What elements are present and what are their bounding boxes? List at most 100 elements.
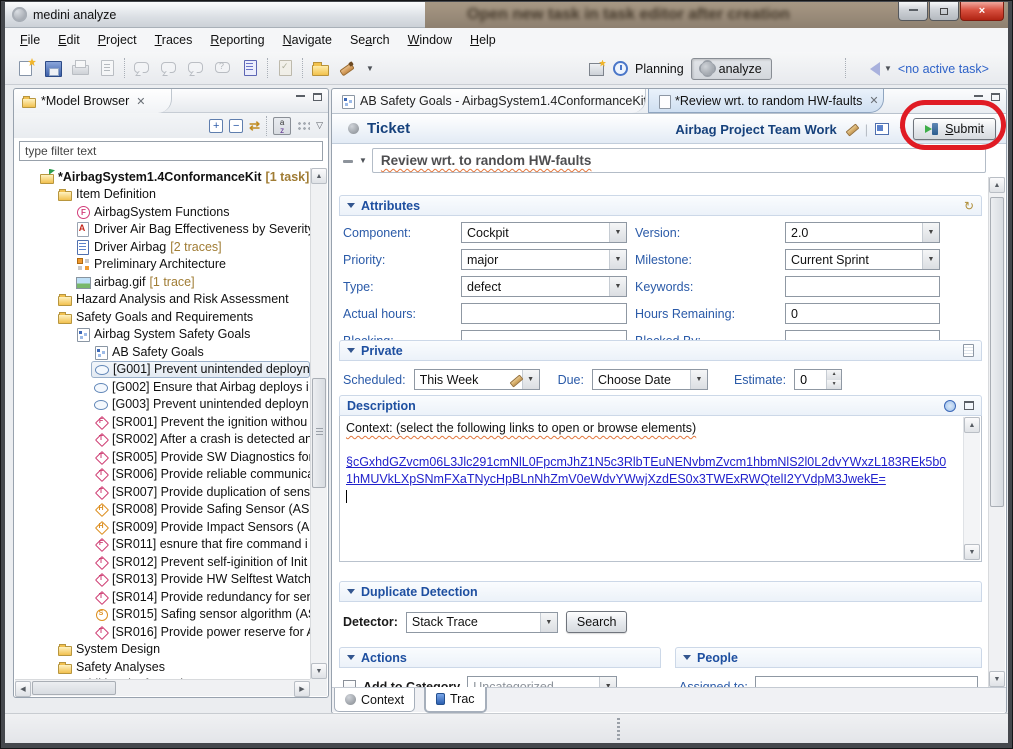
- maximize-view-icon[interactable]: [313, 93, 322, 101]
- priority-dropdown-icon[interactable]: ▼: [359, 156, 367, 165]
- tree-horizontal-scrollbar[interactable]: ◀ ▶: [15, 679, 310, 696]
- tree-scroll-thumb[interactable]: [312, 378, 326, 488]
- view-menu-icon[interactable]: ▽: [316, 120, 323, 131]
- scroll-down-icon[interactable]: ▼: [964, 544, 980, 560]
- comment-icon[interactable]: [132, 58, 152, 78]
- new-wizard-icon[interactable]: [16, 58, 36, 78]
- table-icon[interactable]: [875, 123, 889, 135]
- tree-item[interactable]: [SR008] Provide Safing Sensor (ASIL: [15, 501, 310, 519]
- tree-hscroll-thumb[interactable]: [32, 681, 116, 695]
- tree-item[interactable]: [SR014] Provide redundancy for sen: [15, 588, 310, 606]
- tab-model-browser[interactable]: *Model Browser ✕: [14, 89, 172, 113]
- tree-item[interactable]: [SR006] Provide reliable communica: [15, 466, 310, 484]
- collapse-twisty-icon[interactable]: [347, 203, 355, 212]
- actions-header[interactable]: Actions: [339, 647, 661, 668]
- back-arrow-icon[interactable]: [863, 62, 880, 76]
- form-scrollbar[interactable]: ▲ ▼: [988, 177, 1005, 687]
- scroll-right-icon[interactable]: ▶: [294, 681, 310, 697]
- actual-hours-field[interactable]: [461, 303, 627, 324]
- repository-label[interactable]: Airbag Project Team Work: [675, 122, 836, 137]
- private-notes-icon[interactable]: [963, 344, 974, 357]
- perspective-analyze[interactable]: analyze: [691, 58, 772, 80]
- scroll-up-icon[interactable]: ▲: [964, 417, 980, 433]
- save-icon[interactable]: [43, 58, 63, 78]
- tree-item[interactable]: Driver Airbag[2 traces]: [15, 238, 310, 256]
- link-with-editor-icon[interactable]: ⇄: [249, 118, 260, 134]
- menu-file[interactable]: File: [11, 30, 49, 50]
- menu-traces[interactable]: Traces: [146, 30, 202, 50]
- open-perspective-icon[interactable]: [588, 60, 606, 78]
- task-list-icon[interactable]: [275, 58, 295, 78]
- filter-options-icon[interactable]: [297, 121, 310, 130]
- chevron-down-icon[interactable]: ▼: [609, 277, 626, 296]
- menu-navigate[interactable]: Navigate: [274, 30, 341, 50]
- report-icon[interactable]: [97, 58, 117, 78]
- filter-input[interactable]: [19, 141, 323, 161]
- sort-alphabetically-icon[interactable]: az: [273, 117, 291, 135]
- tree-item[interactable]: Preliminary Architecture: [15, 256, 310, 274]
- tab-ab-safety-goals[interactable]: AB Safety Goals - AirbagSystem1.4Conform…: [332, 89, 646, 113]
- tree-item[interactable]: [SR001] Prevent the ignition withou: [15, 413, 310, 431]
- tree-item[interactable]: *AirbagSystem1.4ConformanceKit[1 task]: [15, 168, 310, 186]
- chevron-down-icon[interactable]: ▼: [922, 223, 939, 242]
- perspective-planning[interactable]: Planning: [635, 62, 684, 76]
- tree-item[interactable]: System Design: [15, 641, 310, 659]
- collapse-twisty-icon[interactable]: [347, 589, 355, 598]
- description-element-link[interactable]: §cGxhdGZvcm06L3Jlc291cmNlL0FpcmJhZ1N5c3R…: [346, 454, 950, 488]
- spin-down-icon[interactable]: ▼: [827, 380, 841, 390]
- detector-field[interactable]: Stack Trace ▼: [406, 612, 558, 633]
- scroll-down-icon[interactable]: ▼: [989, 671, 1005, 687]
- tree-item[interactable]: airbag.gif[1 trace]: [15, 273, 310, 291]
- tab-context[interactable]: Context: [334, 688, 415, 712]
- tree-item[interactable]: [SR012] Prevent self-iginition of Init: [15, 553, 310, 571]
- menu-reporting[interactable]: Reporting: [201, 30, 273, 50]
- collapse-twisty-icon[interactable]: [347, 655, 355, 664]
- collapse-twisty-icon[interactable]: [347, 348, 355, 357]
- tree-item[interactable]: Airbag System Safety Goals: [15, 326, 310, 344]
- menu-project[interactable]: Project: [89, 30, 146, 50]
- refresh-attributes-icon[interactable]: ↻: [964, 199, 974, 213]
- minimize-editor-icon[interactable]: [974, 94, 983, 97]
- menu-window[interactable]: Window: [399, 30, 461, 50]
- review-icon[interactable]: [213, 58, 233, 78]
- maximize-button[interactable]: [929, 2, 959, 21]
- maximize-section-icon[interactable]: [964, 401, 974, 410]
- tree-item[interactable]: Hazard Analysis and Risk Assessment: [15, 291, 310, 309]
- search-button[interactable]: Search: [566, 611, 628, 633]
- milestone-field[interactable]: Current Sprint▼: [785, 249, 940, 270]
- tree-item[interactable]: Safety Analyses: [15, 658, 310, 676]
- expand-all-icon[interactable]: +: [209, 119, 223, 133]
- close-editor-icon[interactable]: ✕: [869, 94, 878, 107]
- new-discussion-icon[interactable]: [186, 58, 206, 78]
- estimate-stepper[interactable]: 0 ▲▼: [794, 369, 842, 390]
- hours-remaining-field[interactable]: 0: [785, 303, 940, 324]
- scroll-up-icon[interactable]: ▲: [311, 168, 327, 184]
- discussion-icon[interactable]: [159, 58, 179, 78]
- tree-item[interactable]: [SR016] Provide power reserve for A: [15, 623, 310, 641]
- spin-up-icon[interactable]: ▲: [827, 370, 841, 380]
- open-in-browser-icon[interactable]: [944, 400, 956, 412]
- maximize-editor-icon[interactable]: [991, 93, 1000, 101]
- tree-item[interactable]: Driver Air Bag Effectiveness by Severity: [15, 221, 310, 239]
- tab-review-ticket[interactable]: *Review wrt. to random HW-faults ✕: [648, 89, 884, 113]
- task-history-dropdown-icon[interactable]: ▼: [884, 64, 892, 73]
- planning-perspective-icon[interactable]: [613, 61, 628, 76]
- tree-item[interactable]: [SR011] esnure that fire command i: [15, 536, 310, 554]
- version-field[interactable]: 2.0▼: [785, 222, 940, 243]
- open-artifact-icon[interactable]: [310, 58, 330, 78]
- highlight-dropdown-icon[interactable]: ▼: [366, 64, 374, 73]
- component-field[interactable]: Cockpit▼: [461, 222, 627, 243]
- edit-icon[interactable]: [844, 122, 858, 136]
- tree-item[interactable]: [SR009] Provide Impact Sensors (AS: [15, 518, 310, 536]
- category-field[interactable]: Uncategorized ▼: [467, 676, 617, 687]
- form-scroll-thumb[interactable]: [990, 197, 1004, 507]
- tree-item[interactable]: [SR005] Provide SW Diagnostics for: [15, 448, 310, 466]
- statusbar-drag-handle[interactable]: [617, 718, 620, 740]
- tree-vertical-scrollbar[interactable]: ▲ ▼: [310, 168, 327, 679]
- add-to-category-checkbox[interactable]: [343, 680, 356, 687]
- people-header[interactable]: People: [675, 647, 982, 668]
- minimize-button[interactable]: [898, 2, 928, 21]
- menu-edit[interactable]: Edit: [49, 30, 89, 50]
- menu-help[interactable]: Help: [461, 30, 505, 50]
- type-field[interactable]: defect▼: [461, 276, 627, 297]
